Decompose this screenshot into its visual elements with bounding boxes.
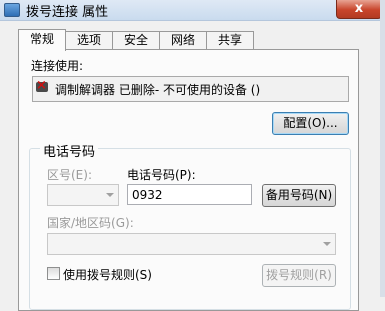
tab-networking[interactable]: 网络 <box>159 31 207 49</box>
network-connection-icon <box>4 3 20 17</box>
device-text: 调制解调器 已删除- 不可使用的设备 () <box>55 83 261 97</box>
country-code-label: 国家/地区码(G): <box>47 216 134 230</box>
close-button[interactable]: x <box>336 0 382 19</box>
chevron-down-icon <box>106 193 114 197</box>
tab-security[interactable]: 安全 <box>112 31 160 49</box>
title-bar: 拨号连接 属性 x <box>0 0 385 21</box>
window-edge <box>380 0 385 297</box>
window-title: 拨号连接 属性 <box>26 5 109 20</box>
use-dialing-rules-checkbox[interactable] <box>47 267 60 280</box>
use-dialing-rules-label[interactable]: 使用拨号规则(S) <box>63 266 152 283</box>
phone-number-label: 电话号码(P): <box>127 168 196 182</box>
chevron-down-icon <box>323 242 331 246</box>
device-display: × 调制解调器 已删除- 不可使用的设备 () <box>32 76 349 102</box>
area-code-label: 区号(E): <box>47 168 92 182</box>
connect-using-label: 连接使用: <box>31 59 84 73</box>
modem-icon: × <box>36 78 48 93</box>
tab-general[interactable]: 常规 <box>18 29 66 51</box>
phone-number-input[interactable] <box>127 184 252 205</box>
tab-options[interactable]: 选项 <box>65 31 113 49</box>
area-code-combo[interactable] <box>47 184 119 206</box>
configure-button[interactable]: 配置(O)... <box>272 112 349 135</box>
phone-number-group-title: 电话号码 <box>40 141 99 160</box>
dialing-rules-button[interactable]: 拨号规则(R) <box>262 264 336 287</box>
alternates-button[interactable]: 备用号码(N) <box>262 184 336 207</box>
country-code-combo[interactable] <box>47 233 336 255</box>
tab-sharing[interactable]: 共享 <box>206 31 254 49</box>
